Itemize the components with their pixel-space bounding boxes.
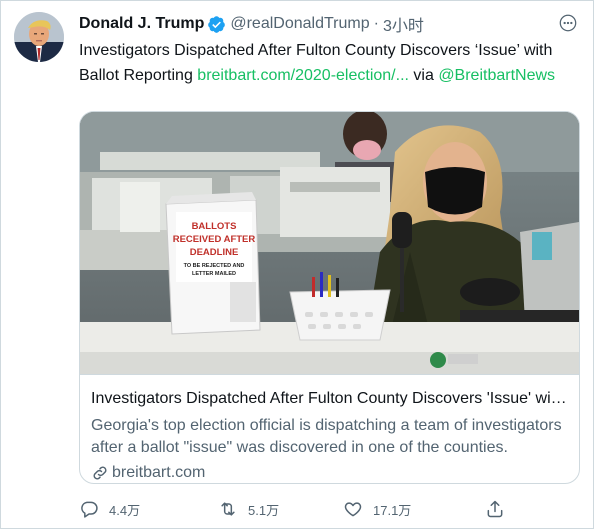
header-separator: · — [373, 15, 379, 32]
tweet-text-via: via — [408, 67, 439, 84]
reply-icon — [79, 499, 99, 519]
like-count: 17.1万 — [373, 502, 412, 518]
sign-line-5: LETTER MAILED — [192, 271, 236, 277]
sign-line-4: TO BE REJECTED AND — [184, 263, 245, 269]
share-icon — [485, 499, 505, 519]
author-name[interactable]: Donald J. Trump — [79, 15, 204, 33]
card-photo: BALLOTS RECEIVED AFTER DEADLINE TO BE RE… — [80, 112, 579, 374]
card-domain: breitbart.com — [91, 462, 568, 483]
tweet-timestamp[interactable]: 3小时 — [383, 12, 424, 36]
retweet-icon — [218, 499, 238, 519]
author-handle[interactable]: @realDonaldTrump — [230, 15, 369, 33]
card-body: Investigators Dispatched After Fulton Co… — [80, 374, 579, 483]
tweet-text: Investigators Dispatched After Fulton Co… — [79, 38, 579, 88]
card-title: Investigators Dispatched After Fulton Co… — [91, 390, 568, 407]
card-description: Georgia's top election official is dispa… — [91, 417, 562, 456]
reply-button[interactable]: 4.4万 — [79, 498, 140, 520]
sign-line-2: RECEIVED AFTER — [173, 234, 256, 245]
retweet-count: 5.1万 — [248, 502, 280, 518]
more-options-icon[interactable] — [558, 13, 578, 33]
author-avatar[interactable] — [14, 12, 64, 62]
card-domain-text: breitbart.com — [112, 464, 206, 481]
retweet-button[interactable]: 5.1万 — [218, 498, 279, 520]
tweet-header: Donald J. Trump @realDonaldTrump · 3小时 — [79, 13, 424, 35]
sign-line-3: DEADLINE — [190, 247, 239, 258]
card-image: BALLOTS RECEIVED AFTER DEADLINE TO BE RE… — [80, 112, 579, 374]
like-button[interactable]: 17.1万 — [343, 498, 411, 520]
avatar-image — [14, 12, 64, 62]
tweet-url-link[interactable]: breitbart.com/2020-election/... — [197, 67, 409, 84]
tweet-actions: 4.4万 5.1万 17.1万 — [79, 498, 539, 520]
sign-line-1: BALLOTS — [192, 221, 237, 232]
link-preview-card[interactable]: BALLOTS RECEIVED AFTER DEADLINE TO BE RE… — [79, 111, 580, 484]
mention-link[interactable]: @BreitbartNews — [438, 67, 555, 84]
share-button[interactable] — [485, 498, 515, 520]
reply-count: 4.4万 — [109, 502, 141, 518]
verified-badge-icon — [207, 15, 226, 34]
link-icon — [91, 464, 109, 482]
like-icon — [343, 499, 363, 519]
